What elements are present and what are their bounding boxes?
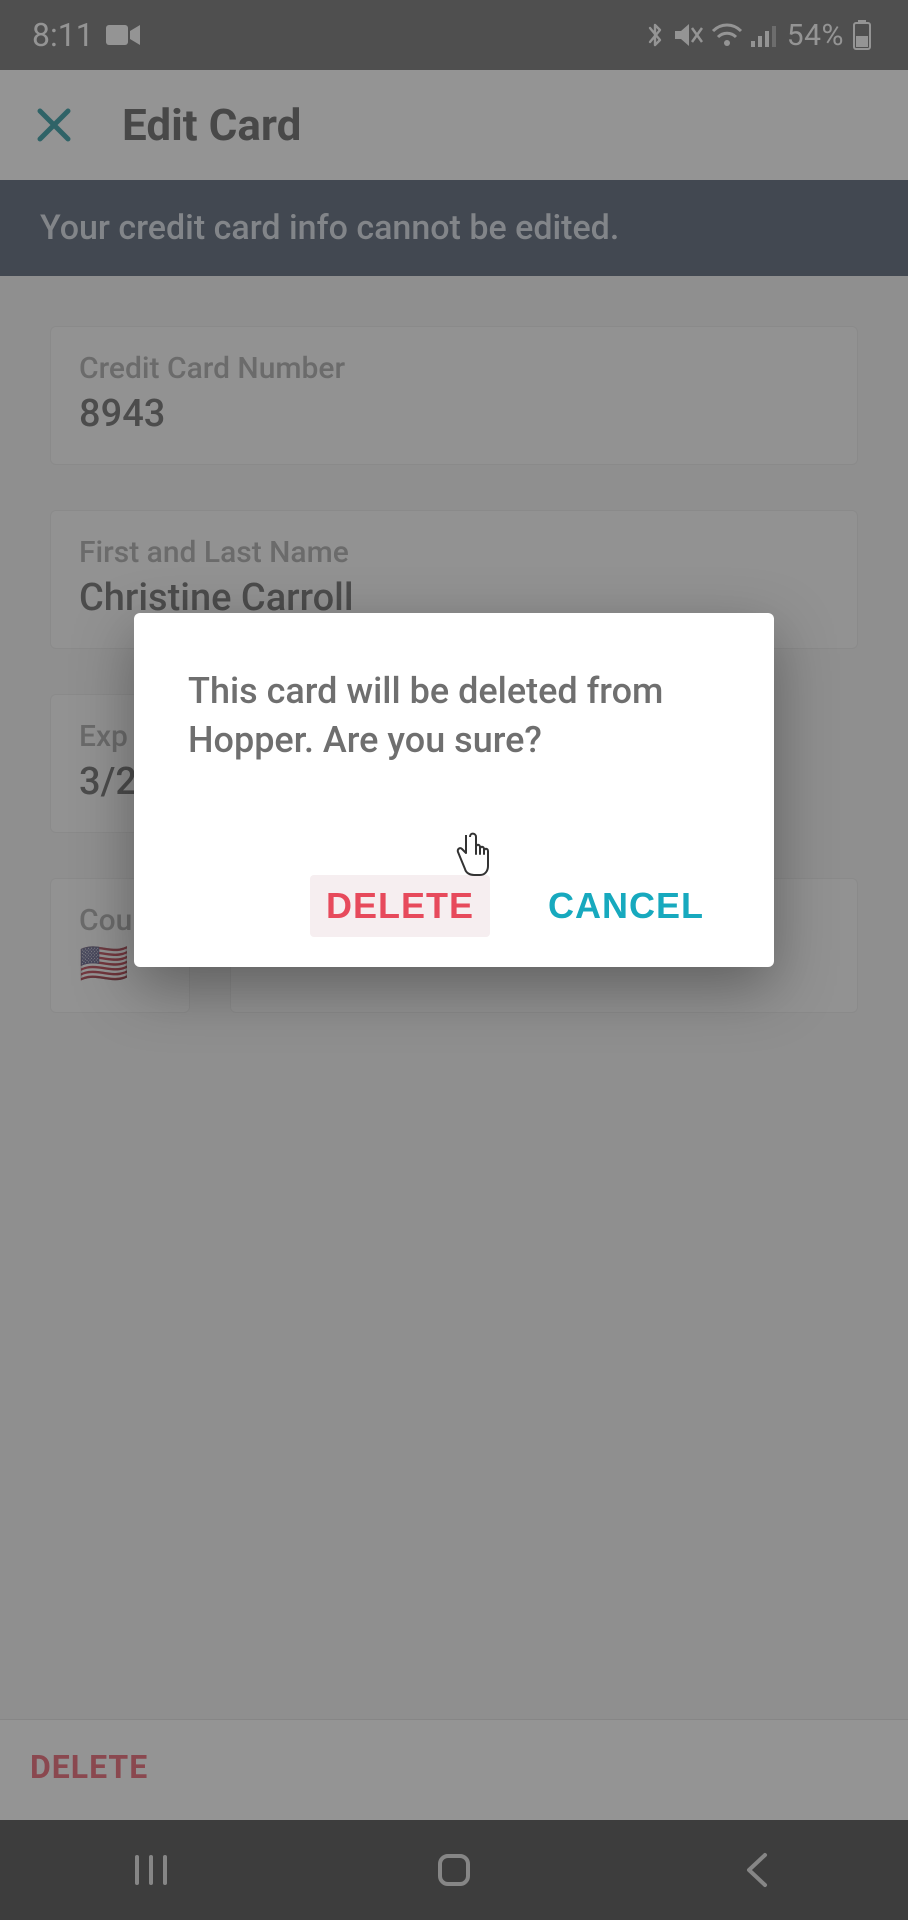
dialog-delete-button[interactable]: DELETE <box>310 875 490 937</box>
dialog-cancel-button[interactable]: CANCEL <box>532 875 720 937</box>
confirm-delete-dialog: This card will be deleted from Hopper. A… <box>134 613 774 966</box>
pointer-cursor-icon <box>452 829 492 877</box>
dialog-message: This card will be deleted from Hopper. A… <box>188 667 720 764</box>
modal-scrim[interactable]: This card will be deleted from Hopper. A… <box>0 0 908 1920</box>
